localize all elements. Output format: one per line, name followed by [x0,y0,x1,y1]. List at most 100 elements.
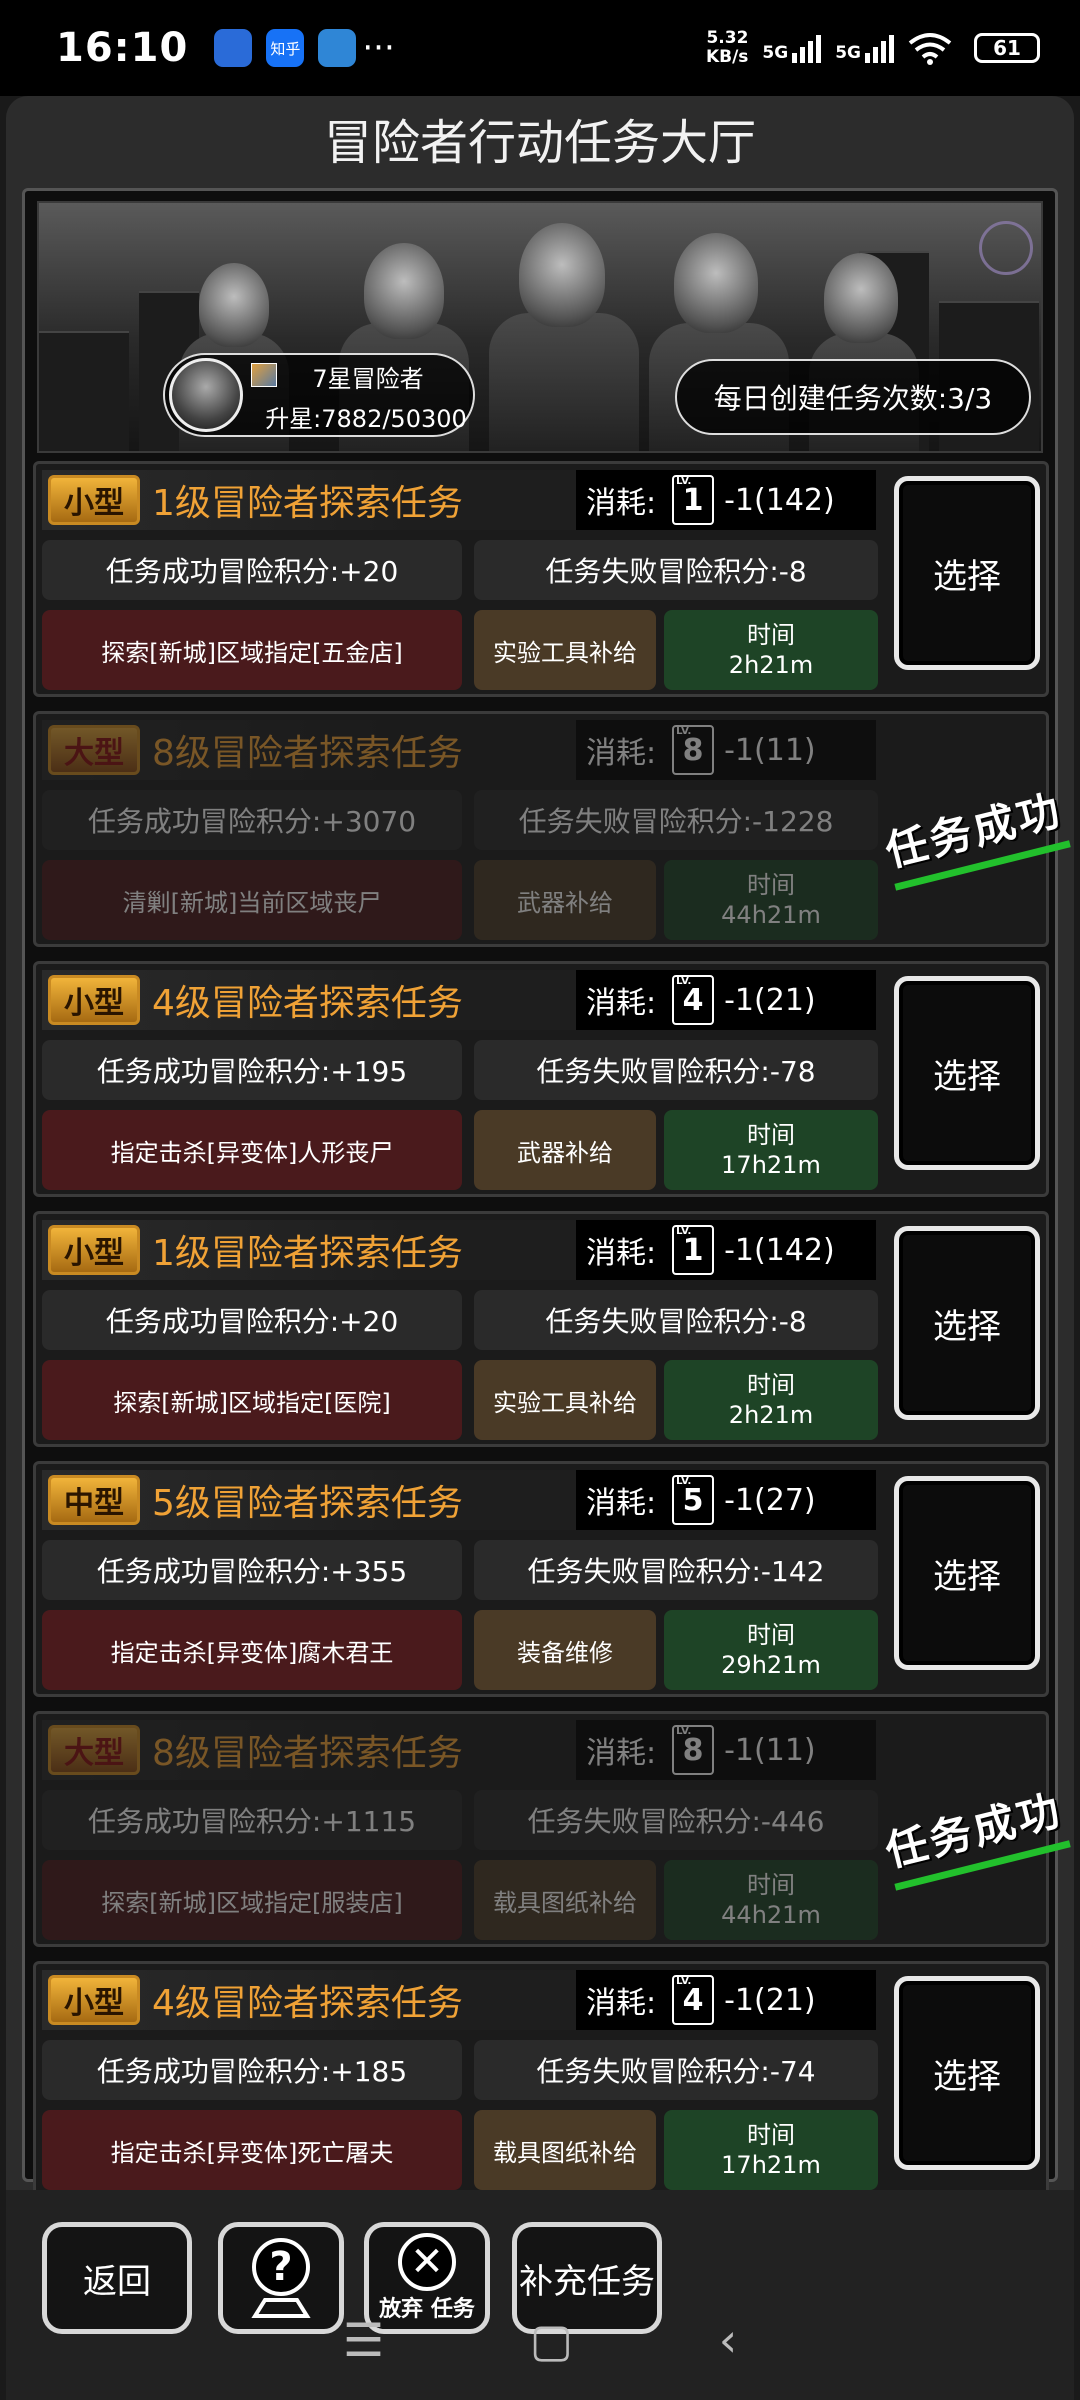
task-title: 5级冒险者探索任务 [152,1483,463,1524]
time-label: 时间 [747,621,795,649]
time-value: 2h21m [728,1401,814,1429]
close-icon: ✕ [397,2233,456,2291]
status-bar: 16:10 知乎 ··· 5.32 KB/s 5G 5G 61 [0,0,1080,96]
signal-2-icon: 5G [835,33,894,63]
task-size-badge: 小型 [48,475,140,525]
signal-1-icon: 5G [762,33,822,63]
wifi-icon [908,33,952,65]
select-task-button[interactable]: 选择 [894,1476,1040,1670]
select-task-button[interactable]: 选择 [894,1976,1040,2170]
cost-label: 消耗: [586,1986,657,2021]
task-cost: 消耗: LV. 5 -1(27) [576,1470,876,1530]
task-reward: 载具图纸补给 [474,1860,656,1940]
task-reward: 武器补给 [474,860,656,940]
player-rank: 7星冒险者 [312,365,424,393]
task-time: 时间 29h21m [664,1610,878,1690]
back-button[interactable]: 返回 [42,2222,192,2334]
time-label: 时间 [747,1871,795,1899]
task-card: 中型 5级冒险者探索任务 消耗: LV. 5 -1(27) 任务成功冒险积分:+355 任务失… [33,1461,1049,1697]
task-time: 时间 44h21m [664,860,878,940]
time-label: 时间 [747,871,795,899]
task-target: 探索[新城]区域指定[医院] [42,1360,462,1440]
notification-icons: 知乎 [214,29,357,67]
task-hall-screen: 冒险者行动任务大厅 7星冒险者 升星:7882/50300 每日创建任务次数:3… [6,96,1074,2400]
task-size-badge: 小型 [48,1225,140,1275]
task-cost: 消耗: LV. 1 -1(142) [576,1220,876,1280]
bottom-toolbar: 返回 ? ✕ 放弃 任务 补充任务 [6,2190,1074,2400]
cost-label: 消耗: [586,986,657,1021]
daily-task-count: 每日创建任务次数:3/3 [675,359,1031,435]
level-card-icon: LV. 5 [672,1475,715,1525]
cost-label: 消耗: [586,1736,657,1771]
cost-value: -1(27) [724,1482,816,1518]
task-target: 指定击杀[异变体]人形丧尸 [42,1110,462,1190]
select-task-button[interactable]: 选择 [894,976,1040,1170]
time-value: 17h21m [721,2151,821,2179]
cost-label: 消耗: [586,486,657,521]
task-reward: 实验工具补给 [474,610,656,690]
task-header: 小型 1级冒险者探索任务 [42,470,576,530]
time-label: 时间 [747,1621,795,1649]
cost-label: 消耗: [586,1236,657,1271]
task-target: 探索[新城]区域指定[服装店] [42,1860,462,1940]
task-title: 1级冒险者探索任务 [152,483,463,524]
select-task-button[interactable]: 选择 [894,1226,1040,1420]
time-value: 2h21m [728,651,814,679]
task-size-badge: 小型 [48,1975,140,2025]
task-card: 大型 8级冒险者探索任务 消耗: LV. 8 -1(11) 任务成功冒险积分:+1115 任务… [33,1711,1071,1947]
level-card-icon: LV. 4 [672,1975,715,2025]
refill-task-button[interactable]: 补充任务 [512,2222,662,2334]
select-task-button[interactable]: 选择 [894,476,1040,670]
level-card-icon: LV. 1 [672,475,715,525]
task-title: 8级冒险者探索任务 [152,1733,463,1774]
task-size-badge: 小型 [48,975,140,1025]
time-label: 时间 [747,1371,795,1399]
fail-points: 任务失败冒险积分:-78 [474,1040,878,1100]
task-time: 时间 17h21m [664,1110,878,1190]
task-cost: 消耗: LV. 1 -1(142) [576,470,876,530]
task-cost: 消耗: LV. 8 -1(11) [576,720,876,780]
success-points: 任务成功冒险积分:+355 [42,1540,462,1600]
task-time: 时间 44h21m [664,1860,878,1940]
level-card-icon: LV. 8 [672,725,715,775]
fail-points: 任务失败冒险积分:-1228 [474,790,878,850]
task-header: 小型 4级冒险者探索任务 [42,970,576,1030]
abandon-task-label: 放弃 任务 [379,2297,475,2322]
task-target: 指定击杀[异变体]腐木君王 [42,1610,462,1690]
task-card: 小型 1级冒险者探索任务 消耗: LV. 1 -1(142) 任务成功冒险积分:+20 任务失… [33,1211,1049,1447]
task-card: 小型 4级冒险者探索任务 消耗: LV. 4 -1(21) 任务成功冒险积分:+195 任务失… [33,961,1049,1197]
success-points: 任务成功冒险积分:+20 [42,540,462,600]
help-icon: ? [252,2238,310,2296]
more-notifications-icon: ··· [362,28,395,68]
time-value: 29h21m [721,1651,821,1679]
cost-label: 消耗: [586,1486,657,1521]
fail-points: 任务失败冒险积分:-446 [474,1790,878,1850]
task-time: 时间 17h21m [664,2110,878,2190]
fail-points: 任务失败冒险积分:-8 [474,540,878,600]
banner-image: 7星冒险者 升星:7882/50300 每日创建任务次数:3/3 [37,201,1043,453]
task-target: 清剿[新城]当前区域丧尸 [42,860,462,940]
success-points: 任务成功冒险积分:+20 [42,1290,462,1350]
cost-value: -1(142) [724,482,835,518]
task-target: 指定击杀[异变体]死亡屠夫 [42,2110,462,2190]
abandon-task-button[interactable]: ✕ 放弃 任务 [364,2222,490,2334]
fail-points: 任务失败冒险积分:-74 [474,2040,878,2100]
app-icon-1 [214,29,253,67]
help-button[interactable]: ? [218,2222,344,2334]
level-card-icon: LV. 8 [672,1725,715,1775]
success-points: 任务成功冒险积分:+1115 [42,1790,462,1850]
fail-points: 任务失败冒险积分:-142 [474,1540,878,1600]
time-label: 时间 [747,1121,795,1149]
task-success-stamp: 任务成功 [877,1771,1071,1891]
level-card-icon: LV. 4 [672,975,715,1025]
task-title: 1级冒险者探索任务 [152,1233,463,1274]
task-reward: 载具图纸补给 [474,2110,656,2190]
task-success-stamp: 任务成功 [877,771,1071,891]
cost-value: -1(142) [724,1232,835,1268]
task-size-badge: 大型 [48,1725,140,1775]
time-label: 时间 [747,2121,795,2149]
main-panel: 7星冒险者 升星:7882/50300 每日创建任务次数:3/3 小型 1级冒险者… [22,188,1071,2197]
battery-icon: 61 [974,33,1040,63]
task-cost: 消耗: LV. 4 -1(21) [576,970,876,1030]
task-header: 小型 4级冒险者探索任务 [42,1970,576,2030]
